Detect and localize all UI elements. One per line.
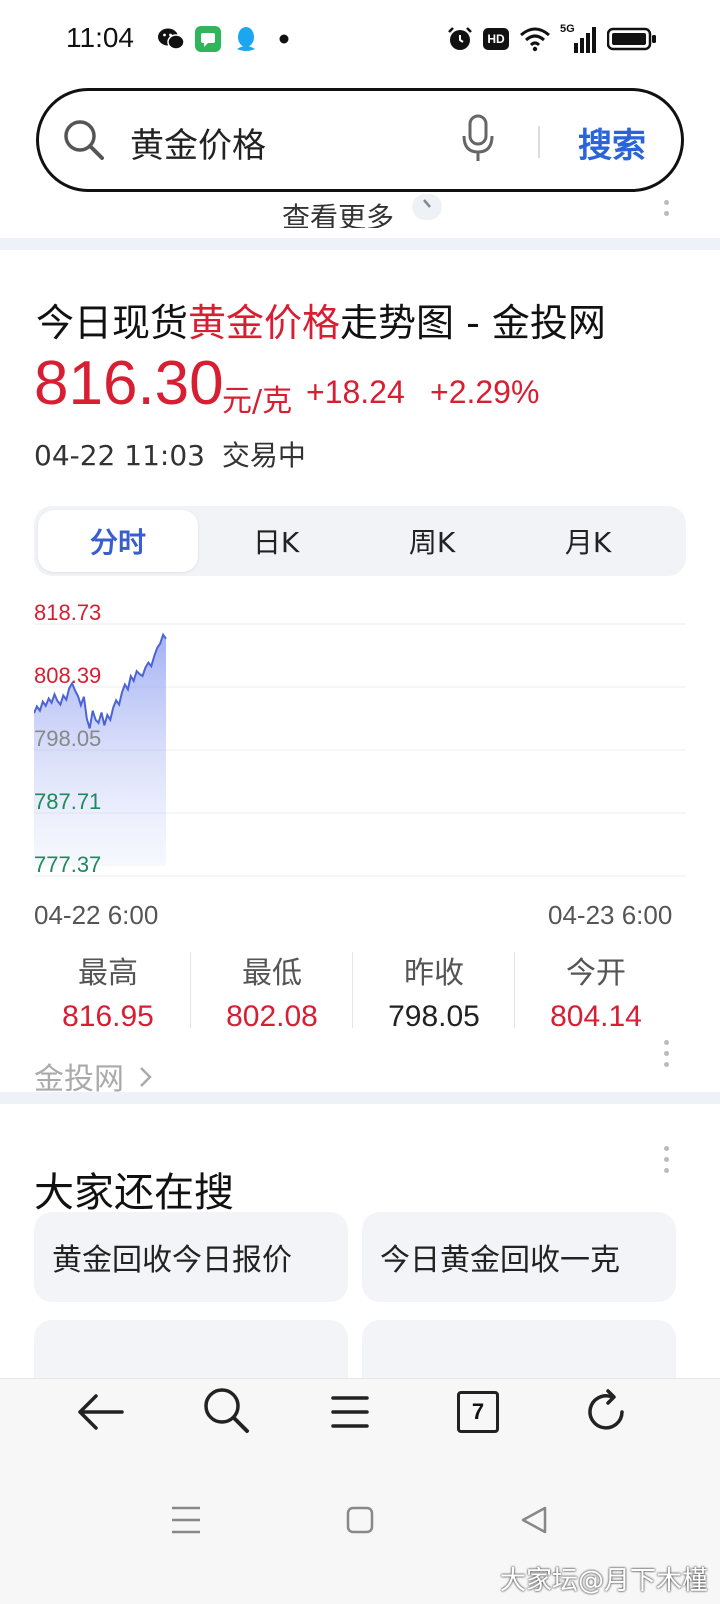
tab-intraday[interactable]: 分时 — [38, 510, 198, 572]
stat-high: 最高 816.95 — [26, 948, 190, 1034]
battery-icon — [606, 24, 658, 54]
stat-open-value: 804.14 — [550, 1000, 642, 1033]
tab-monthly-k[interactable]: 月K — [508, 510, 668, 572]
home-icon[interactable] — [330, 1490, 390, 1550]
current-price: 816.30 — [34, 349, 224, 418]
quote-datetime: 04-22 11:03 — [34, 439, 205, 472]
see-more-label: 查看更多 — [282, 201, 395, 228]
system-back-icon[interactable] — [504, 1490, 564, 1550]
signal-5g-icon: 5G — [560, 23, 596, 54]
tab-weekly-k[interactable]: 周K — [352, 510, 512, 572]
tab-daily-k[interactable]: 日K — [196, 510, 356, 572]
watermark: 大家坛@月下木槿 — [500, 1566, 709, 1596]
related-searches-title: 大家还在搜 — [34, 1170, 234, 1216]
hd-icon: HD — [482, 24, 510, 54]
stat-low: 最低 802.08 — [190, 948, 354, 1034]
menu-icon[interactable] — [320, 1382, 380, 1442]
x-axis-end: 04-23 6:00 — [548, 900, 673, 930]
more-options-icon[interactable] — [664, 1146, 670, 1173]
price-change-percent: +2.29% — [430, 374, 540, 410]
price-unit: 元/克 — [222, 384, 293, 419]
related-search-item[interactable]: 今日黄金回收一克 — [362, 1212, 676, 1302]
wechat-icon — [156, 24, 186, 54]
stat-prev-close: 昨收 798.05 — [352, 948, 516, 1034]
refresh-icon[interactable] — [576, 1382, 636, 1442]
more-options-icon[interactable] — [664, 200, 670, 216]
title-suffix: 走势图 - 金投网 — [340, 301, 606, 345]
tab-count: 7 — [457, 1391, 499, 1433]
y-tick-label: 808.39 — [34, 663, 101, 688]
qq-icon — [232, 24, 260, 54]
search-button[interactable]: 搜索 — [578, 118, 646, 167]
recent-apps-icon[interactable] — [156, 1490, 216, 1550]
alarm-icon — [446, 24, 474, 54]
related-search-item[interactable]: 黄金回收今日报价 — [34, 1212, 348, 1302]
section-divider — [0, 238, 720, 250]
chevron-right-icon — [412, 194, 442, 220]
status-time: 11:04 — [66, 22, 134, 53]
y-tick-label: 818.73 — [34, 600, 101, 625]
y-tick-label: 798.05 — [34, 726, 101, 751]
stat-open: 今开 804.14 — [514, 948, 678, 1034]
title-highlight: 黄金价格 — [188, 301, 341, 345]
y-tick-label: 787.71 — [34, 789, 101, 814]
microphone-icon[interactable] — [460, 114, 496, 164]
search-icon[interactable] — [196, 1380, 256, 1440]
stat-high-value: 816.95 — [62, 1000, 154, 1033]
search-input[interactable]: 黄金价格 — [130, 118, 266, 167]
tabs-icon[interactable]: 7 — [448, 1382, 508, 1442]
x-axis-start: 04-22 6:00 — [34, 900, 159, 930]
search-divider — [538, 126, 540, 158]
back-icon[interactable] — [70, 1382, 130, 1442]
screen: 11:04 HD 5G 黄金价格 搜索 查看更多 今日现货黄金价格走势图 - 金… — [0, 0, 720, 1604]
see-more-link[interactable]: 查看更多 — [282, 196, 394, 228]
y-tick-label: 777.37 — [34, 852, 101, 877]
stat-prev-close-value: 798.05 — [388, 1000, 480, 1033]
dot-icon — [276, 24, 292, 54]
section-divider — [0, 1092, 720, 1104]
search-icon — [62, 118, 106, 162]
more-options-icon[interactable] — [664, 1040, 670, 1067]
stat-low-label: 最低 — [242, 956, 302, 991]
stat-low-value: 802.08 — [226, 1000, 318, 1033]
intraday-chart: 818.73 808.39 798.05 787.71 777.37 — [34, 600, 686, 877]
title-prefix: 今日现货 — [36, 301, 189, 345]
stat-open-label: 今开 — [566, 956, 626, 991]
stat-prev-close-label: 昨收 — [404, 956, 464, 991]
trading-status: 交易中 — [221, 439, 306, 472]
card-title[interactable]: 今日现货黄金价格走势图 - 金投网 — [36, 292, 606, 347]
price-change: +18.24 — [306, 374, 405, 410]
messages-icon — [194, 24, 222, 54]
stat-high-label: 最高 — [78, 956, 138, 991]
quote-time: 04-22 11:03 交易中 — [34, 434, 306, 474]
wifi-icon — [518, 24, 552, 54]
